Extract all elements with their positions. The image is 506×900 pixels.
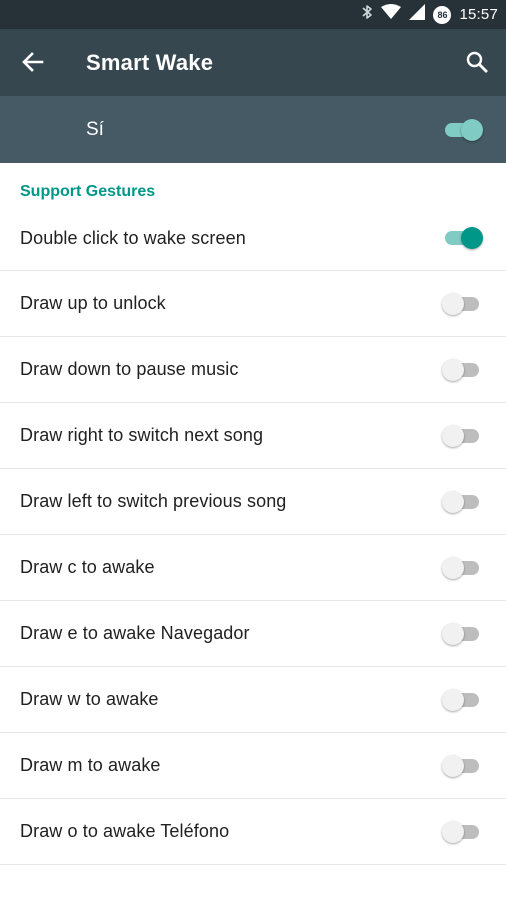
gesture-label: Draw o to awake Teléfono (20, 821, 230, 841)
gesture-label: Draw right to switch next song (20, 425, 264, 445)
status-bar: 86 15:57 (0, 0, 506, 29)
gesture-switch-draw-up[interactable] (442, 292, 482, 315)
switch-thumb (442, 358, 464, 381)
gesture-label: Draw left to switch previous song (20, 491, 287, 511)
gesture-row-draw-m[interactable]: Draw m to awake (0, 733, 506, 799)
gesture-switch-draw-w[interactable] (442, 688, 482, 711)
section-header: Support Gestures (20, 183, 156, 200)
gesture-switch-draw-right[interactable] (442, 424, 482, 447)
gesture-row-draw-e[interactable]: Draw e to awake Navegador (0, 601, 506, 667)
page-title: Smart Wake (86, 50, 214, 75)
master-switch-thumb (461, 118, 483, 141)
gesture-row-draw-o[interactable]: Draw o to awake Teléfono (0, 799, 506, 865)
bluetooth-icon (361, 4, 373, 25)
switch-thumb (442, 424, 464, 447)
gesture-row-draw-left[interactable]: Draw left to switch previous song (0, 469, 506, 535)
gesture-row-draw-w[interactable]: Draw w to awake (0, 667, 506, 733)
cell-signal-icon (409, 4, 426, 25)
status-time: 15:57 (459, 6, 498, 23)
switch-thumb (442, 622, 464, 645)
gesture-row-draw-c[interactable]: Draw c to awake (0, 535, 506, 601)
wifi-icon (381, 4, 402, 25)
gesture-switch-draw-down[interactable] (442, 358, 482, 381)
gesture-row-draw-up[interactable]: Draw up to unlock (0, 271, 506, 337)
gesture-label: Draw c to awake (20, 557, 155, 577)
gesture-row-double-click[interactable]: Double click to wake screen (0, 206, 506, 271)
switch-thumb (442, 688, 464, 711)
master-switch-bar[interactable]: Sí (0, 96, 506, 163)
switch-thumb (461, 227, 483, 249)
gesture-switch-double-click[interactable] (442, 227, 483, 249)
master-switch-label: Sí (86, 119, 104, 140)
battery-icon: 86 (433, 5, 452, 24)
master-switch[interactable] (442, 118, 483, 141)
switch-thumb (442, 292, 464, 315)
switch-thumb (442, 490, 464, 513)
status-icons: 86 15:57 (361, 0, 498, 29)
switch-thumb (442, 556, 464, 579)
gesture-row-draw-right[interactable]: Draw right to switch next song (0, 403, 506, 469)
switch-thumb (442, 754, 464, 777)
gesture-label: Double click to wake screen (20, 227, 246, 248)
gesture-list: Double click to wake screen Draw up to u… (0, 206, 506, 865)
gesture-row-draw-down[interactable]: Draw down to pause music (0, 337, 506, 403)
gesture-switch-draw-m[interactable] (442, 754, 482, 777)
gesture-label: Draw up to unlock (20, 293, 166, 313)
gesture-switch-draw-left[interactable] (442, 490, 482, 513)
toolbar: Smart Wake (0, 29, 506, 96)
gesture-switch-draw-e[interactable] (442, 622, 482, 645)
arrow-left-icon[interactable] (20, 49, 46, 75)
search-icon[interactable] (464, 49, 490, 75)
gesture-label: Draw w to awake (20, 689, 159, 709)
switch-thumb (442, 820, 464, 843)
gesture-label: Draw e to awake Navegador (20, 623, 250, 643)
gesture-switch-draw-c[interactable] (442, 556, 482, 579)
gesture-label: Draw m to awake (20, 755, 161, 775)
gesture-label: Draw down to pause music (20, 359, 239, 379)
gesture-switch-draw-o[interactable] (442, 820, 482, 843)
